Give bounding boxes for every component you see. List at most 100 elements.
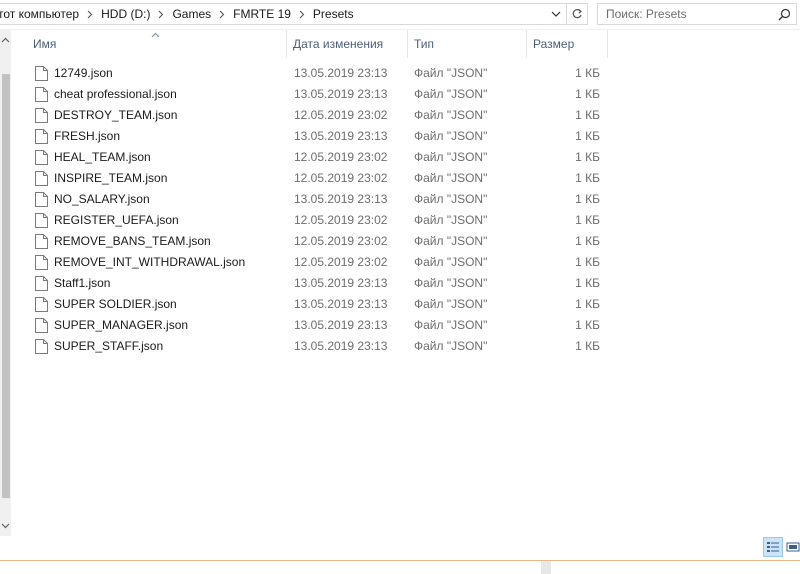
file-date-modified: 12.05.2019 23:02 [294, 255, 388, 269]
file-row[interactable]: INSPIRE_TEAM.json 12.05.2019 23:02 Файл … [27, 168, 617, 189]
file-size: 1 КБ [575, 171, 600, 185]
file-row[interactable]: DESTROY_TEAM.json 12.05.2019 23:02 Файл … [27, 105, 617, 126]
file-type: Файл "JSON" [414, 150, 488, 164]
breadcrumb-hdd-d[interactable]: HDD (D:) [97, 7, 154, 21]
file-icon [35, 129, 48, 144]
file-row[interactable]: SUPER SOLDIER.json 13.05.2019 23:13 Файл… [27, 294, 617, 315]
file-date-modified: 13.05.2019 23:13 [294, 87, 388, 101]
file-date-modified: 12.05.2019 23:02 [294, 150, 388, 164]
search-input[interactable] [598, 4, 770, 24]
breadcrumb-this-pc[interactable]: тот компьютер [0, 7, 83, 21]
file-row[interactable]: FRESH.json 13.05.2019 23:13 Файл "JSON" … [27, 126, 617, 147]
file-type: Файл "JSON" [414, 234, 488, 248]
vertical-scrollbar[interactable] [0, 30, 11, 536]
file-row[interactable]: REMOVE_BANS_TEAM.json 12.05.2019 23:02 Ф… [27, 231, 617, 252]
file-list: 12749.json 13.05.2019 23:13 Файл "JSON" … [27, 63, 617, 357]
file-row[interactable]: SUPER_MANAGER.json 13.05.2019 23:13 Файл… [27, 315, 617, 336]
file-row[interactable]: 12749.json 13.05.2019 23:13 Файл "JSON" … [27, 63, 617, 84]
file-size: 1 КБ [575, 339, 600, 353]
file-row[interactable]: SUPER_STAFF.json 13.05.2019 23:13 Файл "… [27, 336, 617, 357]
file-type: Файл "JSON" [414, 129, 488, 143]
breadcrumb-fmrte-19[interactable]: FMRTE 19 [229, 7, 295, 21]
file-icon [35, 255, 48, 270]
scrollbar-fragment [541, 561, 551, 574]
address-bar[interactable]: тот компьютер HDD (D:) Games FMRTE 19 Pr… [0, 3, 588, 25]
file-size: 1 КБ [575, 276, 600, 290]
column-headers: Имя Дата изменения Тип Размер [27, 30, 617, 58]
file-icon [35, 339, 48, 354]
file-type: Файл "JSON" [414, 276, 488, 290]
chevron-right-icon[interactable] [154, 10, 168, 19]
file-row[interactable]: REGISTER_UEFA.json 12.05.2019 23:02 Файл… [27, 210, 617, 231]
column-header-size[interactable]: Размер [527, 30, 608, 58]
file-size: 1 КБ [575, 150, 600, 164]
file-date-modified: 12.05.2019 23:02 [294, 234, 388, 248]
file-type: Файл "JSON" [414, 192, 488, 206]
file-name: NO_SALARY.json [54, 192, 150, 206]
file-date-modified: 13.05.2019 23:13 [294, 192, 388, 206]
file-row[interactable]: HEAL_TEAM.json 12.05.2019 23:02 Файл "JS… [27, 147, 617, 168]
file-name: REMOVE_BANS_TEAM.json [54, 234, 211, 248]
file-size: 1 КБ [575, 129, 600, 143]
file-type: Файл "JSON" [414, 318, 488, 332]
file-row[interactable]: cheat professional.json 13.05.2019 23:13… [27, 84, 617, 105]
file-name: SUPER_STAFF.json [54, 339, 164, 353]
toolbar: тот компьютер HDD (D:) Games FMRTE 19 Pr… [0, 0, 800, 30]
search-icon[interactable] [774, 5, 794, 23]
file-row[interactable]: Staff1.json 13.05.2019 23:13 Файл "JSON"… [27, 273, 617, 294]
file-name: REMOVE_INT_WITHDRAWAL.json [54, 255, 246, 269]
details-view-icon[interactable] [763, 537, 783, 557]
file-size: 1 КБ [575, 255, 600, 269]
file-size: 1 КБ [575, 108, 600, 122]
file-icon [35, 318, 48, 333]
file-row[interactable]: REMOVE_INT_WITHDRAWAL.json 12.05.2019 23… [27, 252, 617, 273]
file-row[interactable]: NO_SALARY.json 13.05.2019 23:13 Файл "JS… [27, 189, 617, 210]
breadcrumb-games[interactable]: Games [168, 7, 215, 21]
file-size: 1 КБ [575, 297, 600, 311]
file-type: Файл "JSON" [414, 213, 488, 227]
file-date-modified: 13.05.2019 23:13 [294, 129, 388, 143]
scroll-down-icon[interactable] [0, 518, 11, 534]
breadcrumb-presets[interactable]: Presets [309, 7, 358, 21]
column-header-date[interactable]: Дата изменения [287, 30, 408, 58]
file-type: Файл "JSON" [414, 297, 488, 311]
file-size: 1 КБ [575, 66, 600, 80]
file-icon [35, 171, 48, 186]
chevron-down-icon[interactable] [547, 4, 565, 24]
chevron-right-icon[interactable] [295, 10, 309, 19]
column-header-name[interactable]: Имя [27, 30, 287, 58]
column-header-type[interactable]: Тип [408, 30, 527, 58]
file-icon [35, 108, 48, 123]
refresh-icon[interactable] [566, 4, 587, 24]
file-type: Файл "JSON" [414, 87, 488, 101]
file-name: SUPER_MANAGER.json [54, 318, 189, 332]
tiles-view-icon[interactable] [786, 537, 800, 557]
file-name: DESTROY_TEAM.json [54, 108, 178, 122]
file-name: HEAL_TEAM.json [54, 150, 151, 164]
file-name: Staff1.json [54, 276, 111, 290]
file-date-modified: 12.05.2019 23:02 [294, 171, 388, 185]
file-type: Файл "JSON" [414, 108, 488, 122]
scroll-up-icon[interactable] [0, 32, 11, 48]
chevron-right-icon[interactable] [215, 10, 229, 19]
file-name: 12749.json [54, 66, 113, 80]
column-header-name-label: Имя [33, 37, 57, 51]
status-bar [0, 536, 800, 561]
chevron-right-icon[interactable] [83, 10, 97, 19]
file-type: Файл "JSON" [414, 255, 488, 269]
file-name: FRESH.json [54, 129, 121, 143]
file-date-modified: 13.05.2019 23:13 [294, 297, 388, 311]
file-date-modified: 13.05.2019 23:13 [294, 339, 388, 353]
file-size: 1 КБ [575, 192, 600, 206]
sort-up-icon [151, 29, 160, 39]
file-date-modified: 12.05.2019 23:02 [294, 108, 388, 122]
file-date-modified: 13.05.2019 23:13 [294, 276, 388, 290]
file-size: 1 КБ [575, 234, 600, 248]
file-icon [35, 234, 48, 249]
search-box[interactable] [597, 3, 797, 25]
scrollbar-thumb[interactable] [2, 74, 10, 498]
file-name: cheat professional.json [54, 87, 177, 101]
file-size: 1 КБ [575, 87, 600, 101]
column-header-size-label: Размер [533, 37, 575, 51]
file-date-modified: 13.05.2019 23:13 [294, 318, 388, 332]
